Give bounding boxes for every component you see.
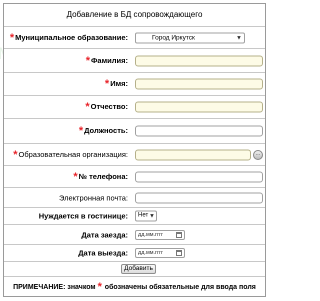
required-mark: * — [104, 78, 110, 90]
calendar-icon[interactable] — [176, 231, 182, 238]
row-first-name: *Имя: — [4, 72, 265, 95]
last-name-label: *Фамилия: — [85, 54, 128, 67]
municipality-label: *Муниципальное образование: — [9, 31, 128, 44]
hotel-select[interactable]: Нет ▼ — [135, 210, 157, 222]
first-name-label: *Имя: — [104, 78, 128, 90]
departure-date-label: Дата выезда: — [78, 248, 128, 258]
row-add-button: Добавить — [4, 261, 265, 276]
first-name-input[interactable] — [135, 78, 263, 90]
position-label: *Должность: — [78, 125, 128, 137]
last-name-input[interactable] — [135, 55, 263, 66]
row-municipality: *Муниципальное образование: Город Иркутс… — [4, 26, 265, 48]
calendar-icon[interactable] — [176, 250, 182, 256]
required-note: ПРИМЕЧАНИЕ: значком * обозначены обязате… — [13, 280, 256, 293]
arrival-date-label: Дата заезда: — [81, 230, 128, 239]
email-label: Электронная почта: — [58, 193, 128, 202]
chevron-down-icon: ▼ — [236, 35, 242, 41]
required-mark: * — [78, 125, 84, 137]
row-phone: *№ телефона: — [4, 165, 265, 187]
municipality-select[interactable]: Город Иркутск ▼ — [135, 32, 245, 43]
required-mark: * — [9, 31, 15, 44]
form-title: Добавление в БД сопровождающего — [66, 10, 203, 19]
phone-input[interactable] — [135, 171, 263, 182]
arrival-date-input[interactable]: дд.мм.гггг — [135, 229, 185, 240]
required-mark: * — [85, 54, 91, 67]
row-last-name: *Фамилия: — [4, 48, 265, 72]
required-mark: * — [97, 280, 102, 293]
row-arrival-date: Дата заезда: дд.мм.гггг — [4, 224, 265, 244]
organization-lookup-button[interactable]: ... — [253, 149, 263, 160]
row-email: Электронная почта: — [4, 187, 265, 207]
hotel-label: Нуждается в гостинице: — [38, 211, 128, 221]
organization-label: *Образовательная организация: — [13, 148, 128, 161]
required-mark: * — [85, 101, 90, 113]
row-position: *Должность: — [4, 118, 265, 143]
required-mark: * — [13, 148, 18, 161]
add-escort-form: Добавление в БД сопровождающего *Муницип… — [3, 3, 266, 297]
patronymic-label: *Отчество: — [85, 101, 128, 113]
row-note: ПРИМЕЧАНИЕ: значком * обозначены обязате… — [4, 276, 265, 296]
organization-input[interactable] — [135, 149, 251, 160]
row-patronymic: *Отчество: — [4, 95, 265, 118]
phone-label: *№ телефона: — [73, 170, 128, 183]
row-organization: *Образовательная организация: ... — [4, 143, 265, 165]
departure-date-input[interactable]: дд.мм.гггг — [135, 248, 185, 258]
add-button[interactable]: Добавить — [121, 264, 156, 274]
row-departure-date: Дата выезда: дд.мм.гггг — [4, 244, 265, 261]
email-input[interactable] — [135, 192, 263, 203]
patronymic-input[interactable] — [135, 101, 263, 113]
required-mark: * — [73, 170, 78, 183]
chevron-down-icon: ▼ — [149, 213, 155, 220]
position-input[interactable] — [135, 125, 263, 137]
row-hotel: Нуждается в гостинице: Нет ▼ — [4, 207, 265, 224]
